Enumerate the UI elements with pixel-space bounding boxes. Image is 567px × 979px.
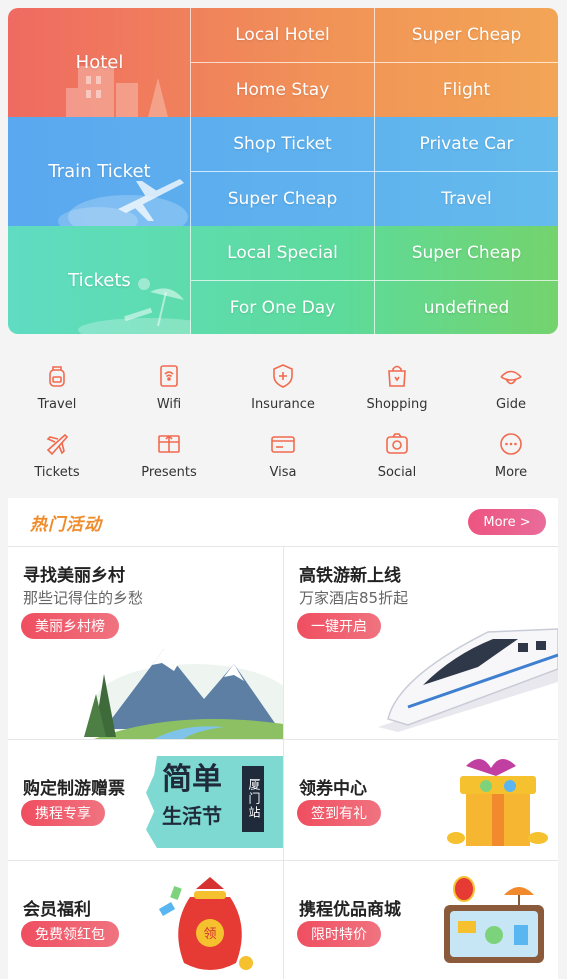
grid-cell-home-stay[interactable]: Home Stay xyxy=(191,63,374,117)
more-button[interactable]: More > xyxy=(468,509,546,535)
grid-cell-flight[interactable]: Flight xyxy=(375,63,558,117)
svg-text:领: 领 xyxy=(203,927,216,942)
shortcut-gide[interactable]: Gide xyxy=(454,362,567,412)
shield-icon xyxy=(273,364,293,388)
promo-card-highspeed-rail[interactable]: 高铁游新上线 万家酒店85折起 一键开启 xyxy=(284,546,558,739)
promo-card-coupon-center[interactable]: 领券中心 签到有礼 xyxy=(284,739,558,860)
guide-hat-icon xyxy=(500,370,522,385)
travel-suitcase-icon xyxy=(444,876,544,963)
banner-line1: 简单 xyxy=(162,762,222,797)
card-title: 会员福利 xyxy=(23,900,91,920)
train-row: Train Ticket Shop Ticket Private Car Sup… xyxy=(8,117,558,226)
hotel-row: Hotel Local Hotel Super Cheap Home Stay … xyxy=(8,8,558,117)
treasure-box-icon xyxy=(447,758,548,846)
wifi-icon xyxy=(160,365,178,387)
hotel-label: Hotel xyxy=(75,52,124,73)
shortcut-label: Travel xyxy=(37,397,77,412)
card-subtitle: 万家酒店85折起 xyxy=(299,589,409,607)
mountain-landscape-icon xyxy=(84,649,283,739)
shortcut-label: More xyxy=(494,465,528,480)
grid-cell-local-special[interactable]: Local Special xyxy=(191,226,374,280)
card-title: 高铁游新上线 xyxy=(299,566,401,586)
grid-cell-super-cheap[interactable]: Super Cheap xyxy=(375,8,558,62)
shortcut-label: Tickets xyxy=(34,465,80,480)
section-title: 热门活动 xyxy=(30,515,102,535)
card-tag-button[interactable]: 限时特价 xyxy=(297,921,381,947)
shortcut-wifi[interactable]: Wifi xyxy=(112,362,226,412)
card-tag-button[interactable]: 签到有礼 xyxy=(297,800,381,826)
shortcut-label: Visa xyxy=(269,465,297,480)
grid-cell-local-hotel[interactable]: Local Hotel xyxy=(191,8,374,62)
card-title: 领券中心 xyxy=(299,779,367,799)
lucky-bag-icon: 领 xyxy=(158,877,253,970)
promo-card-member-benefits[interactable]: 会员福利 免费领红包 领 xyxy=(8,860,283,979)
camera-icon xyxy=(386,433,408,454)
shortcut-presents[interactable]: Presents xyxy=(112,430,226,480)
hotel-tile[interactable]: Hotel xyxy=(8,8,191,117)
card-title: 携程优品商城 xyxy=(299,900,401,920)
shortcut-insurance[interactable]: Insurance xyxy=(226,362,340,412)
card-icon xyxy=(271,436,295,453)
card-tag-button[interactable]: 免费领红包 xyxy=(21,921,119,947)
shortcut-label: Gide xyxy=(496,397,526,412)
more-dots-icon xyxy=(500,433,522,455)
divider xyxy=(374,117,375,226)
promo-card-custom-tour[interactable]: 购定制游赠票 携程专享 简单 生活节 厦门站 xyxy=(8,739,283,860)
shortcut-label: Social xyxy=(377,465,417,480)
shortcut-travel[interactable]: Travel xyxy=(0,362,114,412)
grid-cell-travel[interactable]: Travel xyxy=(375,172,558,226)
card-subtitle: 那些记得住的乡愁 xyxy=(23,589,144,607)
card-title: 寻找美丽乡村 xyxy=(23,566,125,586)
grid-cell-private-car[interactable]: Private Car xyxy=(375,117,558,171)
simple-life-banner: 简单 生活节 厦门站 xyxy=(146,756,283,848)
shortcut-label: Presents xyxy=(141,465,197,480)
grid-cell-super-cheap[interactable]: Super Cheap xyxy=(375,226,558,280)
hot-activity-header: 热门活动 More > xyxy=(8,498,558,546)
shortcut-label: Insurance xyxy=(251,397,315,412)
shopping-bag-icon xyxy=(388,365,406,387)
grid-cell-shop-ticket[interactable]: Shop Ticket xyxy=(191,117,374,171)
shortcut-label: Wifi xyxy=(156,397,182,412)
divider xyxy=(374,226,375,334)
tickets-label: Tickets xyxy=(68,270,131,291)
backpack-icon xyxy=(49,366,65,387)
gift-icon xyxy=(158,435,180,453)
grid-cell-for-one-day[interactable]: For One Day xyxy=(191,281,374,334)
airplane-icon xyxy=(46,433,69,456)
bullet-train-icon xyxy=(378,628,558,732)
promo-card-village[interactable]: 寻找美丽乡村 那些记得住的乡愁 美丽乡村榜 xyxy=(8,546,283,739)
category-grid: Hotel Local Hotel Super Cheap Home Stay … xyxy=(8,8,558,334)
app-screen: Hotel Local Hotel Super Cheap Home Stay … xyxy=(0,0,567,979)
tickets-row: Tickets Local Special Super Cheap For On… xyxy=(8,226,558,334)
card-tag-button[interactable]: 携程专享 xyxy=(21,800,105,826)
promo-cards: 寻找美丽乡村 那些记得住的乡愁 美丽乡村榜 高铁游新上线 万家酒店85折起 一键… xyxy=(8,546,558,979)
train-ticket-label: Train Ticket xyxy=(48,161,151,182)
shortcut-visa[interactable]: Visa xyxy=(226,430,340,480)
shortcut-more[interactable]: More xyxy=(454,430,567,480)
shortcut-tickets[interactable]: Tickets xyxy=(0,430,114,480)
tickets-tile[interactable]: Tickets xyxy=(8,226,191,334)
grid-cell-super-cheap[interactable]: Super Cheap xyxy=(191,172,374,226)
divider xyxy=(374,8,375,117)
grid-cell-undefined[interactable]: undefined xyxy=(375,281,558,334)
shortcut-social[interactable]: Social xyxy=(340,430,454,480)
shortcut-label: Shopping xyxy=(366,397,428,412)
shortcut-shopping[interactable]: Shopping xyxy=(340,362,454,412)
promo-card-mall[interactable]: 携程优品商城 限时特价 xyxy=(284,860,558,979)
train-ticket-tile[interactable]: Train Ticket xyxy=(8,117,191,226)
shortcut-grid: Travel Wifi Insurance Shopping Gide Tick… xyxy=(0,352,567,492)
card-title: 购定制游赠票 xyxy=(23,779,125,799)
banner-line2: 生活节 xyxy=(162,804,222,828)
banner-side: 厦门站 xyxy=(242,766,264,832)
